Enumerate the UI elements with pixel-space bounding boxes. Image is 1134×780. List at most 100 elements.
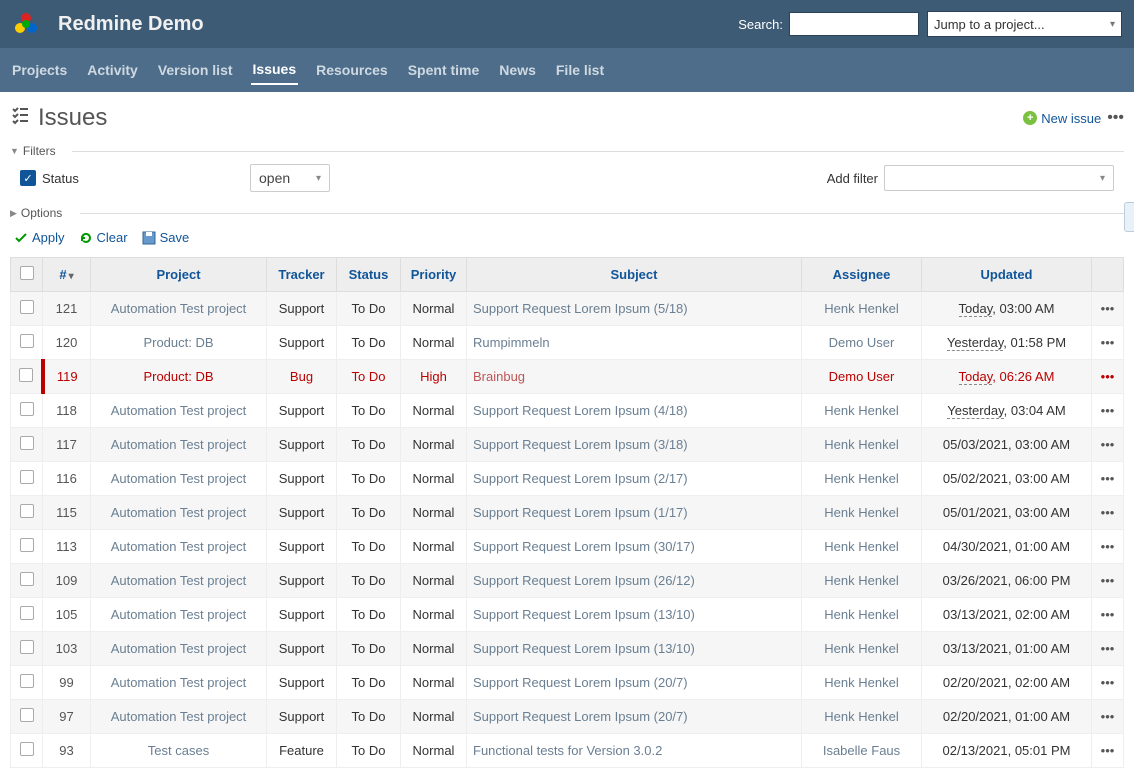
cell-assignee[interactable]: Henk Henkel — [802, 666, 922, 700]
nav-file-list[interactable]: File list — [554, 56, 606, 84]
cell-id[interactable]: 113 — [43, 530, 91, 564]
cell-subject[interactable]: Functional tests for Version 3.0.2 — [467, 734, 802, 768]
col-status[interactable]: Status — [337, 258, 401, 292]
cell-project[interactable]: Automation Test project — [91, 292, 267, 326]
table-row[interactable]: 115Automation Test projectSupportTo DoNo… — [11, 496, 1124, 530]
row-checkbox[interactable] — [11, 734, 43, 768]
right-drawer-handle[interactable] — [1124, 202, 1134, 232]
cell-project[interactable]: Automation Test project — [91, 666, 267, 700]
nav-news[interactable]: News — [497, 56, 538, 84]
table-row[interactable]: 99Automation Test projectSupportTo DoNor… — [11, 666, 1124, 700]
cell-id[interactable]: 105 — [43, 598, 91, 632]
cell-assignee[interactable]: Henk Henkel — [802, 462, 922, 496]
row-checkbox[interactable] — [11, 462, 43, 496]
cell-id[interactable]: 117 — [43, 428, 91, 462]
col-updated[interactable]: Updated — [922, 258, 1092, 292]
cell-assignee[interactable]: Henk Henkel — [802, 394, 922, 428]
cell-project[interactable]: Automation Test project — [91, 598, 267, 632]
cell-id[interactable]: 99 — [43, 666, 91, 700]
table-row[interactable]: 121Automation Test projectSupportTo DoNo… — [11, 292, 1124, 326]
cell-project[interactable]: Automation Test project — [91, 496, 267, 530]
cell-assignee[interactable]: Henk Henkel — [802, 530, 922, 564]
row-checkbox[interactable] — [11, 326, 43, 360]
cell-assignee[interactable]: Henk Henkel — [802, 428, 922, 462]
nav-issues[interactable]: Issues — [251, 55, 299, 85]
nav-projects[interactable]: Projects — [10, 56, 69, 84]
table-row[interactable]: 109Automation Test projectSupportTo DoNo… — [11, 564, 1124, 598]
cell-assignee[interactable]: Demo User — [802, 326, 922, 360]
nav-spent-time[interactable]: Spent time — [406, 56, 482, 84]
status-filter-toggle[interactable]: ✓ Status — [20, 170, 250, 186]
col-tracker[interactable]: Tracker — [267, 258, 337, 292]
cell-subject[interactable]: Support Request Lorem Ipsum (13/10) — [467, 632, 802, 666]
table-row[interactable]: 118Automation Test projectSupportTo DoNo… — [11, 394, 1124, 428]
cell-assignee[interactable]: Isabelle Faus — [802, 734, 922, 768]
cell-project[interactable]: Product: DB — [91, 360, 267, 394]
new-issue-button[interactable]: + New issue — [1023, 111, 1101, 126]
col-id[interactable]: #▾ — [43, 258, 91, 292]
row-checkbox[interactable] — [11, 292, 43, 326]
row-menu-icon[interactable]: ••• — [1092, 360, 1124, 394]
cell-assignee[interactable]: Henk Henkel — [802, 632, 922, 666]
col-subject[interactable]: Subject — [467, 258, 802, 292]
row-menu-icon[interactable]: ••• — [1092, 700, 1124, 734]
filters-legend[interactable]: ▼ Filters — [10, 142, 1124, 160]
cell-id[interactable]: 115 — [43, 496, 91, 530]
cell-project[interactable]: Automation Test project — [91, 462, 267, 496]
cell-assignee[interactable]: Henk Henkel — [802, 598, 922, 632]
cell-project[interactable]: Automation Test project — [91, 428, 267, 462]
col-assignee[interactable]: Assignee — [802, 258, 922, 292]
nav-version-list[interactable]: Version list — [156, 56, 235, 84]
row-checkbox[interactable] — [11, 496, 43, 530]
cell-assignee[interactable]: Henk Henkel — [802, 496, 922, 530]
nav-activity[interactable]: Activity — [85, 56, 140, 84]
cell-subject[interactable]: Support Request Lorem Ipsum (30/17) — [467, 530, 802, 564]
row-checkbox[interactable] — [11, 564, 43, 598]
cell-subject[interactable]: Support Request Lorem Ipsum (20/7) — [467, 666, 802, 700]
cell-assignee[interactable]: Demo User — [802, 360, 922, 394]
row-menu-icon[interactable]: ••• — [1092, 292, 1124, 326]
table-row[interactable]: 116Automation Test projectSupportTo DoNo… — [11, 462, 1124, 496]
row-checkbox[interactable] — [11, 530, 43, 564]
search-input[interactable] — [789, 12, 919, 36]
table-row[interactable]: 105Automation Test projectSupportTo DoNo… — [11, 598, 1124, 632]
cell-project[interactable]: Automation Test project — [91, 700, 267, 734]
add-filter-select[interactable]: ▾ — [884, 165, 1114, 191]
row-menu-icon[interactable]: ••• — [1092, 666, 1124, 700]
row-checkbox[interactable] — [11, 666, 43, 700]
cell-subject[interactable]: Support Request Lorem Ipsum (20/7) — [467, 700, 802, 734]
row-checkbox[interactable] — [11, 360, 43, 394]
row-menu-icon[interactable]: ••• — [1092, 428, 1124, 462]
cell-id[interactable]: 116 — [43, 462, 91, 496]
cell-subject[interactable]: Support Request Lorem Ipsum (13/10) — [467, 598, 802, 632]
jump-to-project-select[interactable]: Jump to a project... ▾ — [927, 11, 1122, 37]
row-menu-icon[interactable]: ••• — [1092, 632, 1124, 666]
table-row[interactable]: 93Test casesFeatureTo DoNormalFunctional… — [11, 734, 1124, 768]
row-menu-icon[interactable]: ••• — [1092, 598, 1124, 632]
cell-subject[interactable]: Support Request Lorem Ipsum (3/18) — [467, 428, 802, 462]
cell-id[interactable]: 120 — [43, 326, 91, 360]
cell-subject[interactable]: Brainbug — [467, 360, 802, 394]
row-menu-icon[interactable]: ••• — [1092, 564, 1124, 598]
cell-id[interactable]: 109 — [43, 564, 91, 598]
cell-subject[interactable]: Support Request Lorem Ipsum (26/12) — [467, 564, 802, 598]
cell-id[interactable]: 93 — [43, 734, 91, 768]
select-all-header[interactable] — [11, 258, 43, 292]
col-project[interactable]: Project — [91, 258, 267, 292]
cell-project[interactable]: Product: DB — [91, 326, 267, 360]
col-priority[interactable]: Priority — [401, 258, 467, 292]
clear-button[interactable]: Clear — [79, 230, 128, 245]
kebab-icon[interactable]: ••• — [1107, 109, 1124, 127]
cell-project[interactable]: Automation Test project — [91, 564, 267, 598]
cell-project[interactable]: Test cases — [91, 734, 267, 768]
app-logo[interactable] — [12, 10, 46, 38]
cell-assignee[interactable]: Henk Henkel — [802, 564, 922, 598]
table-row[interactable]: 117Automation Test projectSupportTo DoNo… — [11, 428, 1124, 462]
cell-assignee[interactable]: Henk Henkel — [802, 700, 922, 734]
table-row[interactable]: 113Automation Test projectSupportTo DoNo… — [11, 530, 1124, 564]
row-menu-icon[interactable]: ••• — [1092, 394, 1124, 428]
cell-subject[interactable]: Rumpimmeln — [467, 326, 802, 360]
row-menu-icon[interactable]: ••• — [1092, 496, 1124, 530]
options-legend[interactable]: ▶ Options — [10, 204, 1124, 222]
row-checkbox[interactable] — [11, 598, 43, 632]
